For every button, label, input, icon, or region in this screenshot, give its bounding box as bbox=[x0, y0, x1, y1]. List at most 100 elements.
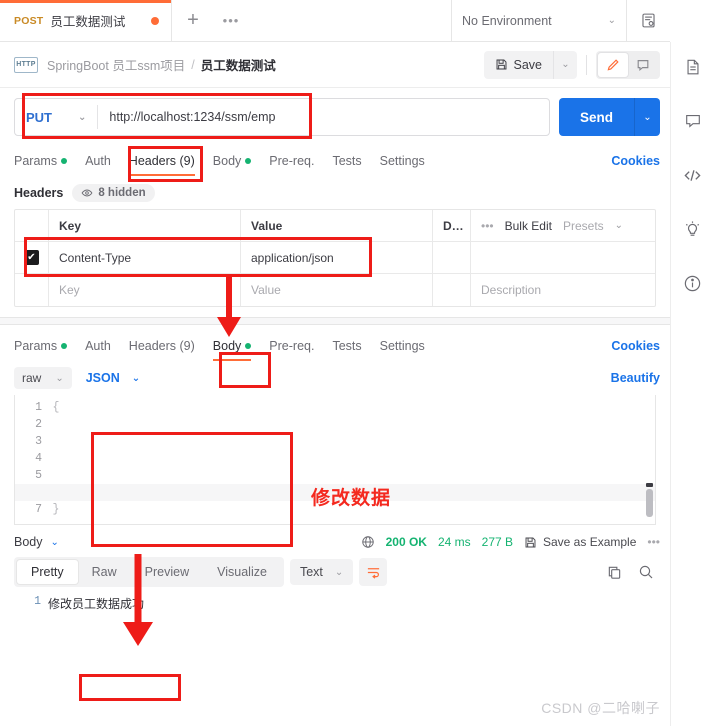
tab-label: Body bbox=[212, 154, 242, 168]
tab-params[interactable]: Params bbox=[14, 146, 76, 176]
divider bbox=[586, 54, 587, 75]
body-format-selector[interactable]: JSON ⌄ bbox=[86, 371, 140, 385]
save-as-example-label: Save as Example bbox=[543, 535, 637, 549]
tab-auth[interactable]: Auth bbox=[76, 146, 120, 176]
tab-label: Auth bbox=[85, 339, 111, 353]
word-wrap-button[interactable] bbox=[359, 558, 388, 586]
environment-selector[interactable]: No Environment ⌄ bbox=[451, 0, 626, 41]
response-size: 277 B bbox=[481, 535, 513, 549]
postbot-button[interactable] bbox=[682, 218, 704, 240]
header-description-cell[interactable] bbox=[433, 242, 471, 273]
save-as-example-button[interactable]: Save as Example bbox=[524, 535, 636, 549]
cookies-link[interactable]: Cookies bbox=[611, 154, 660, 168]
tab-body[interactable]: Body bbox=[204, 146, 261, 176]
tab-settings[interactable]: Settings bbox=[371, 146, 434, 176]
tab-tests[interactable]: Tests bbox=[323, 146, 370, 176]
tab-pre-request[interactable]: Pre-req. bbox=[260, 146, 323, 176]
row-checkbox[interactable]: ✔ bbox=[24, 250, 39, 265]
table-placeholder-row[interactable]: Key Value Description bbox=[15, 274, 655, 306]
tab-pre-request[interactable]: Pre-req. bbox=[260, 331, 323, 361]
editor-scrollbar[interactable] bbox=[646, 397, 653, 522]
table-row[interactable]: ✔ Content-Type application/json bbox=[15, 242, 655, 274]
save-button[interactable]: Save bbox=[483, 50, 553, 79]
tab-visualize[interactable]: Visualize bbox=[203, 560, 281, 584]
breadcrumb-request-name[interactable]: 员工数据测试 bbox=[201, 55, 276, 74]
send-button[interactable]: Send bbox=[559, 110, 634, 125]
select-all-cell[interactable] bbox=[15, 210, 49, 241]
copy-icon[interactable] bbox=[607, 565, 622, 580]
body-toolbar: raw ⌄ JSON ⌄ Beautify bbox=[0, 361, 670, 395]
bulk-edit-button[interactable]: Bulk Edit bbox=[505, 219, 552, 233]
documentation-button[interactable] bbox=[682, 56, 704, 78]
globe-icon[interactable] bbox=[361, 535, 375, 549]
body-mode-selector[interactable]: raw ⌄ bbox=[14, 367, 72, 389]
has-content-dot bbox=[245, 158, 252, 164]
tab-title-label: 员工数据测试 bbox=[50, 15, 126, 29]
http-method-label: PUT bbox=[26, 109, 52, 125]
hidden-headers-toggle[interactable]: 8 hidden bbox=[72, 184, 155, 202]
fold-close-brace: } bbox=[52, 503, 60, 516]
annotation-arrow-headers-to-body bbox=[217, 277, 241, 337]
save-button-label: Save bbox=[513, 57, 543, 72]
beautify-button[interactable]: Beautify bbox=[611, 371, 660, 385]
response-status: 200 OK bbox=[385, 535, 427, 549]
comment-mode-button[interactable] bbox=[628, 53, 658, 77]
chevron-down-icon: ⌄ bbox=[55, 372, 64, 384]
response-body-selector[interactable]: Body ⌄ bbox=[14, 535, 59, 549]
new-tab-button[interactable]: + bbox=[172, 0, 214, 41]
cookies-link[interactable]: Cookies bbox=[611, 339, 660, 353]
response-format-label: Text bbox=[299, 565, 323, 579]
header-key-cell[interactable]: Content-Type bbox=[49, 242, 241, 273]
response-stats: 200 OK 24 ms 277 B Save as Example ••• bbox=[361, 535, 660, 549]
response-format-selector[interactable]: Text ⌄ bbox=[289, 559, 354, 585]
url-input[interactable]: http://localhost:1234/ssm/emp bbox=[98, 110, 549, 124]
response-line-number: 1 bbox=[34, 595, 41, 608]
tab-options-icon[interactable]: ••• bbox=[214, 0, 248, 41]
placeholder-value-input[interactable]: Value bbox=[241, 274, 433, 306]
tab-label: Auth bbox=[85, 154, 111, 168]
row-spacer bbox=[471, 242, 655, 273]
breadcrumb-bar: HTTP SpringBoot 员工ssm项目 / 员工数据测试 Save ⌄ bbox=[0, 42, 670, 88]
chevron-down-icon: ⌄ bbox=[334, 566, 344, 578]
tab-settings[interactable]: Settings bbox=[371, 331, 434, 361]
environment-label: No Environment bbox=[462, 13, 552, 28]
editor-fold-gutter[interactable]: { } bbox=[49, 399, 63, 524]
has-content-dot bbox=[61, 343, 68, 349]
presets-button[interactable]: Presets bbox=[563, 219, 604, 233]
table-more-icon[interactable]: ••• bbox=[481, 219, 494, 233]
tab-pretty[interactable]: Pretty bbox=[17, 560, 78, 584]
watermark: CSDN @二哈喇子 bbox=[541, 700, 660, 716]
tab-auth[interactable]: Auth bbox=[76, 331, 120, 361]
environment-quick-look-button[interactable] bbox=[626, 0, 670, 41]
breadcrumb-collection[interactable]: SpringBoot 员工ssm项目 bbox=[47, 55, 185, 74]
placeholder-checkbox-cell[interactable] bbox=[15, 274, 49, 306]
response-more-icon[interactable]: ••• bbox=[647, 535, 660, 549]
tab-tests[interactable]: Tests bbox=[323, 331, 370, 361]
tab-label: Params bbox=[14, 339, 58, 353]
response-view-tabs: Pretty Raw Preview Visualize Text ⌄ bbox=[0, 557, 670, 587]
comments-button[interactable] bbox=[682, 110, 704, 132]
tab-params[interactable]: Params bbox=[14, 331, 76, 361]
view-toggle-group bbox=[596, 50, 660, 79]
chevron-down-icon: ⌄ bbox=[50, 536, 59, 548]
edit-mode-button[interactable] bbox=[598, 52, 628, 77]
send-options-button[interactable]: ⌄ bbox=[634, 98, 660, 136]
save-options-button[interactable]: ⌄ bbox=[553, 50, 577, 79]
search-icon[interactable] bbox=[638, 564, 654, 580]
request-tab-active[interactable]: POST 员工数据测试 bbox=[0, 0, 172, 41]
http-method-selector[interactable]: PUT ⌄ bbox=[15, 110, 97, 125]
info-button[interactable] bbox=[682, 272, 704, 294]
header-value-cell[interactable]: application/json bbox=[241, 242, 433, 273]
tab-label: Pre-req. bbox=[269, 339, 315, 353]
editor-scrollbar-thumb[interactable] bbox=[646, 489, 653, 517]
body-panel-tab-strip: Params Auth Headers (9) Body Pre-req. Te… bbox=[0, 331, 670, 361]
row-checkbox-cell[interactable]: ✔ bbox=[15, 242, 49, 273]
panel-splitter[interactable] bbox=[0, 317, 670, 325]
placeholder-description-input[interactable]: Description bbox=[471, 274, 655, 306]
code-snippet-button[interactable] bbox=[682, 164, 704, 186]
tab-label: Body bbox=[212, 339, 242, 353]
tab-headers[interactable]: Headers (9) bbox=[120, 146, 204, 176]
editor-line-numbers: 1 2 3 4 5 6 7 bbox=[15, 399, 49, 524]
line-number: 5 bbox=[35, 469, 42, 482]
tab-headers[interactable]: Headers (9) bbox=[120, 331, 204, 361]
